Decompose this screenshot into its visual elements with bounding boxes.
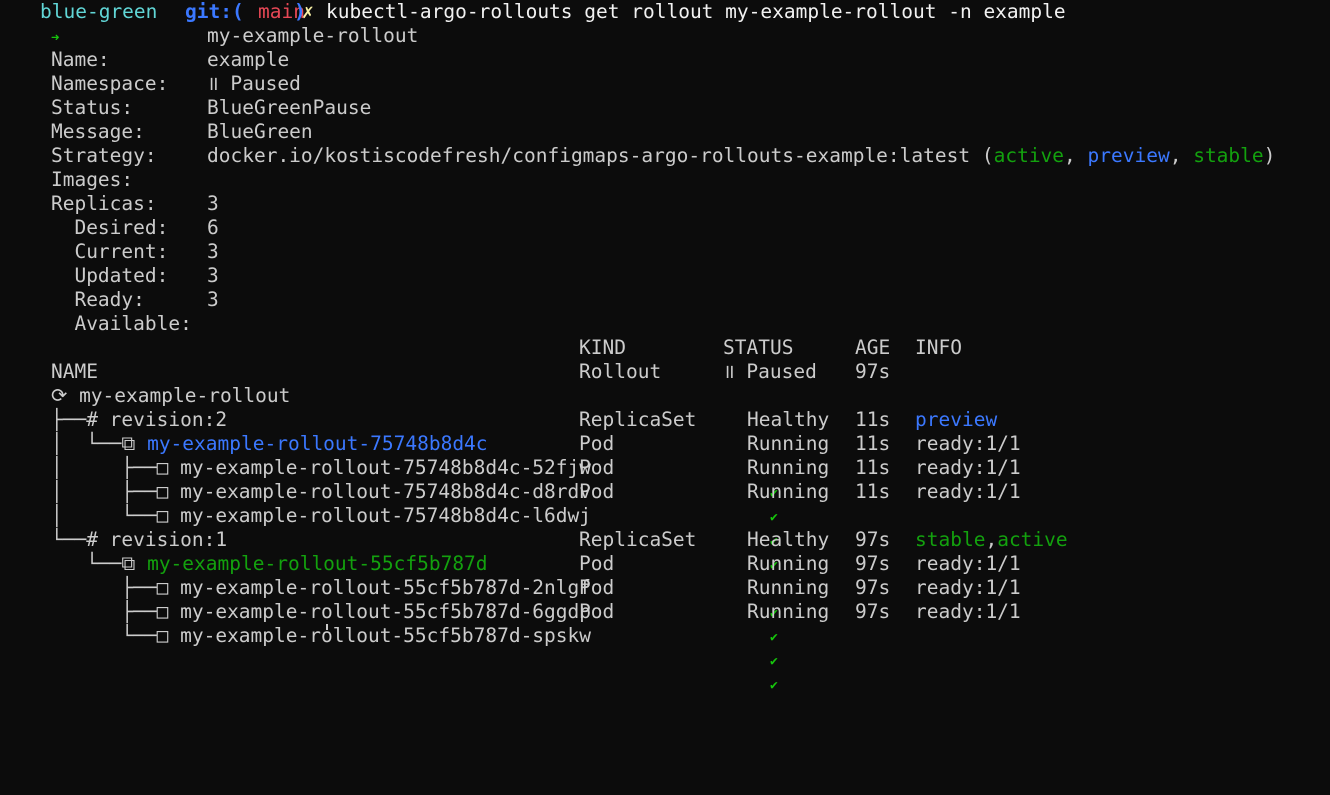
table-header: NAME KIND STATUS AGE INFO [4,336,962,383]
prompt-git-label: git:( [185,0,244,23]
resource-kind: Rollout [579,360,662,383]
resource-age: 11s [855,480,891,503]
resource-kind: Pod [579,480,615,503]
image-name: docker.io/kostiscodefresh/configmaps-arg… [207,144,994,167]
resource-info: ready:1/1 [915,432,1021,455]
resource-info: ready:1/1 [915,600,1021,623]
info-separator: , [985,528,998,551]
resource-status: Healthy [747,408,830,431]
table-row-replicaset-preview: │ └──⧉ my-example-rollout-75748b8d4c Rep… [4,408,997,501]
resource-status: Running [747,600,830,623]
table-row-pod: ├──□ my-example-rollout-55cf5b787d-2nlgf… [4,552,1020,645]
check-icon: ✔ [769,678,778,693]
field-value: example [207,48,290,71]
resource-age: 11s [855,408,891,431]
replica-row-desired: Desired: 3 [4,192,218,239]
prompt-line: ➜ blue-green git:( main ) ✗ kubectl-argo… [4,0,1066,46]
resource-status: Running [747,480,830,503]
resource-kind: Pod [579,432,615,455]
info-tag-stable: stable [915,528,986,551]
resource-name: my-example-rollout-55cf5b787d-spskw [180,624,592,647]
replica-value: 6 [207,216,219,239]
column-header-kind: KIND [579,336,626,359]
summary-row-images: Images: docker.io/kostiscodefresh/config… [4,144,1275,191]
resource-age: 97s [855,552,891,575]
resource-kind: Pod [579,600,615,623]
text-cursor [326,624,328,630]
image-tag-separator: , [1169,144,1194,167]
terminal-window[interactable]: ➜ blue-green git:( main ) ✗ kubectl-argo… [0,0,1330,693]
summary-row-namespace: Namespace: example [4,48,289,95]
resource-status: Running [747,456,830,479]
resource-kind: ReplicaSet [579,408,697,431]
replica-value: 3 [207,264,219,287]
table-row-pod: │ ├──□ my-example-rollout-75748b8d4c-d8r… [4,456,1021,549]
summary-row-status: Status: ॥ Paused [4,72,301,119]
field-value: ॥ Paused [207,72,301,95]
resource-status: Running [747,432,830,455]
replica-value: 3 [207,288,219,311]
resource-age: 97s [855,576,891,599]
summary-row-strategy: Strategy: BlueGreen [4,120,313,167]
summary-row-replicas: Replicas: [4,168,157,215]
resource-info: ready:1/1 [915,576,1021,599]
image-tag-active: active [993,144,1065,167]
resource-kind: Pod [579,552,615,575]
image-tag-preview: preview [1087,144,1170,167]
resource-age: 97s [855,528,891,551]
replica-label: Available: [50,312,192,335]
resource-kind: Pod [579,576,615,599]
table-row-pod: │ ├──□ my-example-rollout-75748b8d4c-52f… [4,432,1021,525]
resource-info: ready:1/1 [915,552,1021,575]
resource-info: stable,active [915,528,1068,552]
field-value: my-example-rollout [207,24,419,47]
resource-status: Running [747,576,830,599]
table-row-pod: │ └──□ my-example-rollout-75748b8d4c-l6d… [4,480,1021,573]
field-value: BlueGreen [207,120,313,143]
resource-age: 11s [855,432,891,455]
check-icon: ✔ [769,510,778,525]
resource-kind: ReplicaSet [579,528,697,551]
table-row-revision-2: ├──# revision:2 [4,384,227,431]
resource-kind: Pod [579,456,615,479]
resource-info: ready:1/1 [915,480,1021,503]
resource-status: ॥ Paused [723,360,817,383]
replica-row-available: Available: 3 [4,288,218,335]
tree-prefix: └──□ [50,624,181,647]
resource-info: preview [915,408,998,431]
resource-age: 97s [855,360,891,383]
resource-info: ready:1/1 [915,456,1021,479]
resource-status: Healthy [747,528,830,551]
replica-value: 3 [207,192,219,215]
image-tag-separator: , [1064,144,1088,167]
table-row-pod: └──□ my-example-rollout-55cf5b787d-spskw… [4,600,1020,693]
image-tag-stable: stable [1193,144,1264,167]
info-tag-active: active [997,528,1068,551]
replica-row-current: Current: 6 [4,216,218,263]
resource-age: 11s [855,456,891,479]
summary-row-message: Message: BlueGreenPause [4,96,371,143]
column-header-status: STATUS [723,336,794,359]
resource-name: my-example-rollout-75748b8d4c-l6dwj [180,504,592,527]
resource-age: 97s [855,600,891,623]
summary-row-name: Name: my-example-rollout [4,24,418,71]
table-row-revision-1: └──# revision:1 [4,504,227,551]
replica-row-ready: Ready: 3 [4,264,218,311]
image-tag-close: ) [1263,144,1276,167]
prompt-dirty-icon: ✗ [302,0,314,23]
field-value: BlueGreenPause [207,96,372,119]
table-row-replicaset-stable: └──⧉ my-example-rollout-55cf5b787d Repli… [4,528,1067,621]
table-row-rollout: ⟳ my-example-rollout Rollout ॥ Paused 97… [4,360,890,407]
table-row-pod: ├──□ my-example-rollout-55cf5b787d-6ggdp… [4,576,1020,669]
prompt-directory: blue-green [40,0,158,23]
column-header-age: AGE [855,336,891,359]
resource-status: Running [747,552,830,575]
command-text: kubectl-argo-rollouts get rollout my-exa… [326,0,1066,23]
column-header-info: INFO [915,336,962,359]
check-icon: ✔ [769,654,778,669]
replica-value: 3 [207,240,219,263]
check-icon: ✔ [769,630,778,645]
replica-row-updated: Updated: 3 [4,240,218,287]
field-value: docker.io/kostiscodefresh/configmaps-arg… [207,144,1275,168]
